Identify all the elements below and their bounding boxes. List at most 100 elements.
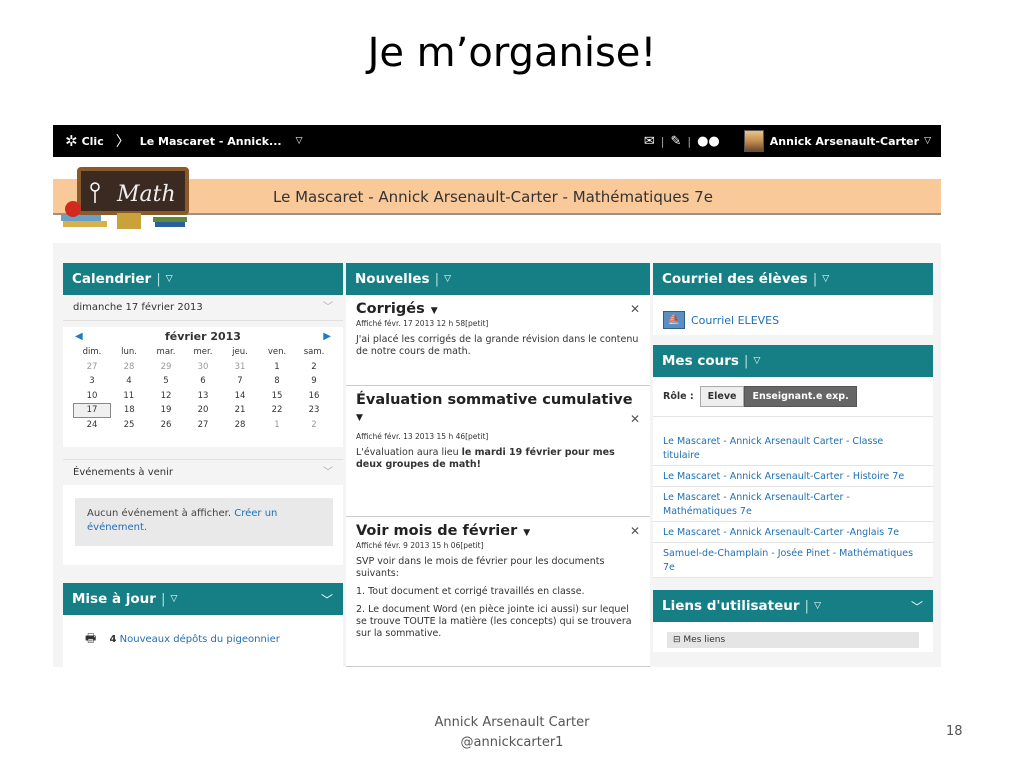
calendar-day[interactable]: 10 <box>74 389 111 404</box>
close-icon[interactable]: ✕ <box>630 412 640 426</box>
close-icon[interactable]: ✕ <box>630 302 640 316</box>
chevron-down-icon[interactable]: ﹀ <box>323 295 333 321</box>
calendar-day[interactable]: 15 <box>259 389 296 404</box>
calendar-day[interactable]: 31 <box>222 360 259 375</box>
brand-label: Clic <box>81 134 104 148</box>
news-column: Nouvelles | ▽ Corrigés ▼ ✕ Affiché févr. … <box>346 263 650 667</box>
course-link[interactable]: Le Mascaret - Annick Arsenault Carter - … <box>653 431 933 466</box>
calendar-day[interactable]: 20 <box>185 403 222 418</box>
weekday-header: sam. <box>303 347 325 358</box>
news-title: Nouvelles <box>355 271 430 287</box>
calendar-day[interactable]: 14 <box>222 389 259 404</box>
course-link[interactable]: Le Mascaret - Annick Arsenault-Carter - … <box>653 487 933 522</box>
events-header[interactable]: Événements à venir ﹀ <box>63 459 343 485</box>
events-empty-box: Aucun événement à afficher. Créer un évé… <box>75 498 333 546</box>
calendar-day[interactable]: 11 <box>111 389 148 404</box>
logo-text: Math <box>116 182 176 207</box>
course-link[interactable]: Samuel-de-Champlain - Josée Pinet - Math… <box>653 543 933 578</box>
calendar-day[interactable]: 30 <box>185 360 222 375</box>
prev-month-icon[interactable]: ◀ <box>75 331 83 342</box>
calendar-grid: dim. lun. mar. mer. jeu. ven. sam. 27 28 29 30 31 1… <box>73 345 333 432</box>
widget-menu-icon[interactable]: ▽ <box>814 601 821 611</box>
calendar-day[interactable]: 16 <box>296 389 333 404</box>
chevron-down-icon[interactable]: ﹀ <box>323 460 333 486</box>
calendar-day[interactable]: 23 <box>296 403 333 418</box>
home-link[interactable]: ✲ Clic <box>65 132 104 150</box>
calendar-day[interactable]: 24 <box>74 418 111 433</box>
my-links-item[interactable]: ⊟ Mes liens <box>667 632 919 648</box>
calendar-day[interactable]: 9 <box>296 374 333 389</box>
calendar-day[interactable]: 12 <box>148 389 185 404</box>
role-eleve-button[interactable]: Eleve <box>699 386 745 407</box>
email-link[interactable]: Courriel ELEVES <box>691 314 779 327</box>
calendar-day[interactable]: 29 <box>148 360 185 375</box>
page-number: 18 <box>946 724 963 739</box>
calendar-day[interactable]: 2 <box>296 418 333 433</box>
dropdown-icon[interactable]: ▼ <box>356 413 363 423</box>
weekday-header: lun. <box>121 347 137 358</box>
calendar-day[interactable]: 5 <box>148 374 185 389</box>
dropbox-link[interactable]: Nouveaux dépôts du pigeonnier <box>120 634 280 645</box>
notes-icon[interactable]: ✎ <box>670 134 681 149</box>
news-item-body: SVP voir dans le mois de février pour le… <box>356 556 605 579</box>
calendar-day[interactable]: 7 <box>222 374 259 389</box>
widget-menu-icon[interactable]: ▽ <box>444 274 451 284</box>
dropdown-icon[interactable]: ▼ <box>523 528 530 538</box>
chevron-down-icon[interactable]: ﹀ <box>321 591 333 608</box>
calendar-day[interactable]: 28 <box>111 360 148 375</box>
widget-menu-icon[interactable]: ▽ <box>171 594 178 604</box>
calendar-day[interactable]: 26 <box>148 418 185 433</box>
mail-icon[interactable]: ✉ <box>644 134 655 149</box>
next-month-icon[interactable]: ▶ <box>323 331 331 342</box>
news-item-body: 2. Le document Word (en pièce jointe ici… <box>356 604 632 639</box>
calendar-day[interactable]: 8 <box>259 374 296 389</box>
widget-menu-icon[interactable]: ▽ <box>822 274 829 284</box>
calendar-day[interactable]: 4 <box>111 374 148 389</box>
calendar-widget-header: Calendrier | ▽ <box>63 263 343 295</box>
widget-menu-icon[interactable]: ▽ <box>753 356 760 366</box>
calendar-day[interactable]: 27 <box>185 418 222 433</box>
calendar-day[interactable]: 3 <box>74 374 111 389</box>
calendar-day[interactable]: 1 <box>259 418 296 433</box>
calendar-day[interactable]: 19 <box>148 403 185 418</box>
avatar[interactable] <box>743 130 764 152</box>
selected-date[interactable]: dimanche 17 février 2013 ﹀ <box>63 295 343 321</box>
weekday-header: ven. <box>267 347 287 358</box>
calendar-day[interactable]: 13 <box>185 389 222 404</box>
close-icon[interactable]: ✕ <box>630 524 640 538</box>
calendar-day[interactable]: 6 <box>185 374 222 389</box>
calendar-day[interactable]: 21 <box>222 403 259 418</box>
calendar-day[interactable]: 27 <box>74 360 111 375</box>
calendar-day[interactable]: 2 <box>296 360 333 375</box>
dropdown-icon[interactable]: ▼ <box>431 306 438 316</box>
widget-menu-icon[interactable]: ▽ <box>166 274 173 284</box>
month-label: février 2013 <box>165 329 241 343</box>
calendar-day[interactable]: 17 <box>73 402 111 418</box>
weekday-header: mar. <box>156 347 176 358</box>
news-item-title[interactable]: Voir mois de février <box>356 523 517 539</box>
role-enseignant-button[interactable]: Enseignant.e exp. <box>744 386 857 407</box>
course-selector[interactable]: Le Mascaret - Annick... ▽ <box>140 135 303 148</box>
calendar-day[interactable]: 25 <box>111 418 148 433</box>
chevron-right-icon: 〉 <box>115 134 130 150</box>
right-column: Courriel des élèves | ▽ ⛵ Courriel ELEVE… <box>653 263 933 667</box>
course-link[interactable]: Le Mascaret - Annick Arsenault-Carter - … <box>653 466 933 487</box>
chat-icon[interactable]: ●● <box>697 134 720 149</box>
news-item: Voir mois de février ▼ ✕ Affiché févr. 9 … <box>346 517 650 667</box>
course-label: Le Mascaret - Annick... <box>139 134 282 148</box>
user-menu-icon[interactable]: ▽ <box>924 136 931 146</box>
calendar-day[interactable]: 28 <box>222 418 259 433</box>
calendar-day[interactable]: 18 <box>111 403 148 418</box>
chevron-down-icon[interactable]: ﹀ <box>911 598 923 615</box>
user-name[interactable]: Annick Arsenault-Carter <box>770 135 919 148</box>
email-widget-header: Courriel des élèves | ▽ <box>653 263 933 295</box>
course-link[interactable]: Le Mascaret - Annick Arsenault-Carter -A… <box>653 522 933 543</box>
slide-title: Je m’organise! <box>367 30 657 76</box>
slide-footer: Annick Arsenault Carter @annickcarter1 <box>0 713 1024 753</box>
news-item-title[interactable]: Évaluation sommative cumulative <box>356 392 633 408</box>
calendar-day[interactable]: 22 <box>259 403 296 418</box>
news-item-title[interactable]: Corrigés <box>356 301 425 317</box>
calendar-day[interactable]: 1 <box>259 360 296 375</box>
left-column: Calendrier | ▽ dimanche 17 février 2013 … <box>63 263 343 667</box>
course-banner: Math Le Mascaret - Annick Arsenault-Cart… <box>53 157 941 243</box>
